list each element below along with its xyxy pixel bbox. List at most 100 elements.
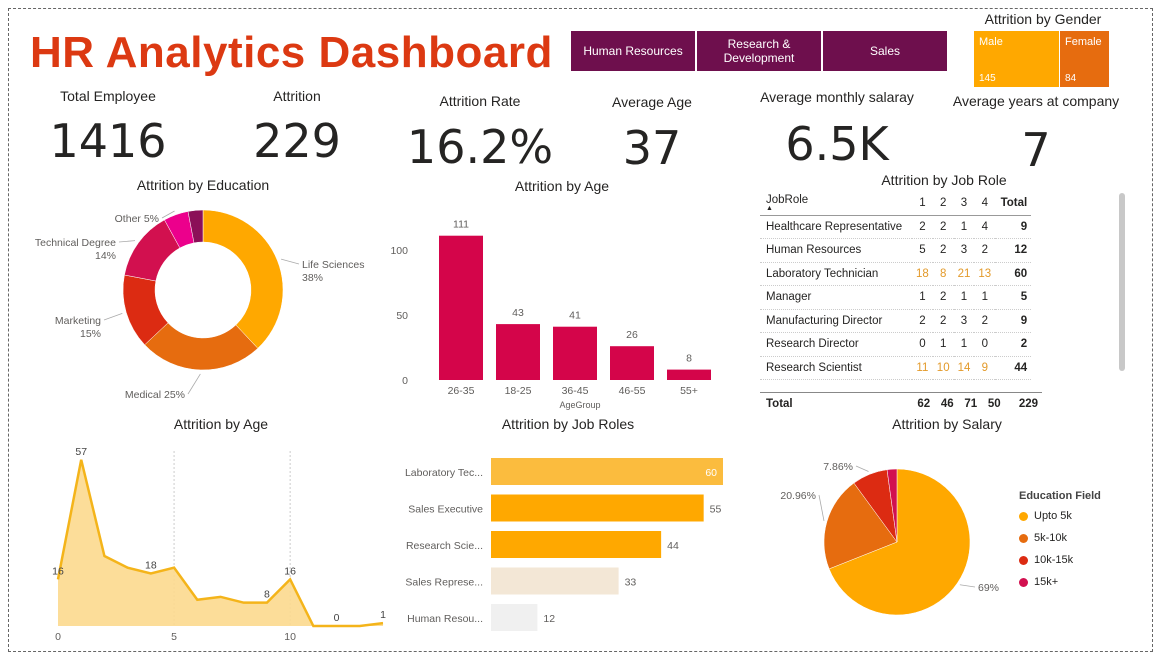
age-group-bar xyxy=(496,324,540,380)
education-slice xyxy=(144,322,259,371)
table-row[interactable]: Research Scientist 11 10 14 9 44 xyxy=(760,356,1032,380)
age-area-data-label: 57 xyxy=(75,446,87,458)
job-roles-bar-label: 12 xyxy=(543,613,555,625)
table-cell: 1 xyxy=(974,285,996,310)
table-row[interactable]: Healthcare Representative 2 2 1 4 9 xyxy=(760,215,1032,239)
table-cell-total: 9 xyxy=(995,309,1032,333)
col-header-total[interactable]: Total xyxy=(995,192,1032,216)
table-row[interactable]: Manager 1 2 1 1 5 xyxy=(760,285,1032,310)
gender-male-value: 145 xyxy=(979,73,996,84)
job-role-table-container[interactable]: JobRole ▲ 1 2 3 4 Total Healthcare Repres… xyxy=(760,192,1042,410)
col-header-4[interactable]: 4 xyxy=(974,192,996,216)
kpi-avg-salary-label: Average monthly salaray xyxy=(760,89,914,105)
kpi-avg-years-label: Average years at company xyxy=(952,93,1120,109)
age-group-bar-chart: 0 50 100 111 26-35 43 18-25 41 36-45 26 46-55 8 55+ A… xyxy=(390,219,711,410)
slicer-research-development[interactable]: Research & Development xyxy=(696,30,822,72)
total-row-3: 71 xyxy=(964,398,978,411)
kpi-attrition-label: Attrition xyxy=(273,88,321,104)
education-leader-line xyxy=(187,373,201,395)
table-cell: 21 xyxy=(953,262,975,286)
job-roles-bar xyxy=(491,531,662,558)
salary-legend-item[interactable]: 5k-10k xyxy=(1019,532,1067,544)
salary-data-label: 20.96% xyxy=(780,490,816,502)
job-roles-bar-label: 55 xyxy=(710,504,722,516)
slicer-human-resources[interactable]: Human Resources xyxy=(570,30,696,72)
salary-legend-label: 15k+ xyxy=(1034,576,1059,588)
legend-dot-icon xyxy=(1019,533,1028,543)
job-roles-y-tick: Research Scie... xyxy=(406,540,483,552)
age-line-chart-title: Attrition by Age xyxy=(173,416,269,432)
col-header-1[interactable]: 1 xyxy=(912,192,933,216)
table-scrollbar[interactable] xyxy=(1119,193,1125,371)
table-row[interactable]: Laboratory Technician 18 8 21 13 60 xyxy=(760,262,1032,286)
table-row[interactable]: Research Director 0 1 1 0 2 xyxy=(760,332,1032,357)
table-cell: 2 xyxy=(932,215,954,239)
age-group-bar-label: 111 xyxy=(453,219,469,231)
table-cell: 3 xyxy=(953,309,975,333)
age-area-fill xyxy=(58,459,383,626)
education-data-label: 15% xyxy=(80,328,101,340)
education-data-label: Life Sciences xyxy=(302,259,364,271)
age-group-x-tick: 18-25 xyxy=(505,385,532,397)
col-header-2[interactable]: 2 xyxy=(932,192,954,216)
job-role-table-title: Attrition by Job Role xyxy=(881,172,1007,188)
age-group-x-axis-label: AgeGroup xyxy=(559,400,600,410)
salary-pie-chart: 69% 20.96% 7.86% xyxy=(780,461,999,616)
table-cell: 1 xyxy=(912,285,933,310)
job-roles-bar-chart: Laboratory Tec... 60 Sales Executive 55 Rese… xyxy=(405,458,723,631)
salary-leader-line xyxy=(818,494,825,521)
education-data-label: 14% xyxy=(95,250,116,262)
table-cell-jobrole: Manufacturing Director xyxy=(760,309,912,333)
kpi-attrition-rate-value: 16.2% xyxy=(406,120,554,174)
job-roles-bar xyxy=(491,494,704,522)
total-row-total: 229 xyxy=(1018,398,1038,411)
slicer-sales[interactable]: Sales xyxy=(822,30,948,72)
table-cell-jobrole: Research Scientist xyxy=(760,356,912,380)
salary-chart-title: Attrition by Salary xyxy=(892,416,1002,432)
age-area-x-tick: 5 xyxy=(171,631,177,643)
total-row-1: 62 xyxy=(917,398,931,411)
salary-legend-item[interactable]: 10k-15k xyxy=(1019,554,1073,566)
gender-female-tile[interactable]: Female 84 xyxy=(1060,31,1109,87)
salary-legend-item[interactable]: Upto 5k xyxy=(1019,510,1072,522)
age-group-x-tick: 36-45 xyxy=(562,385,589,397)
kpi-attrition-rate-label: Attrition Rate xyxy=(439,93,521,109)
kpi-attrition-value: 229 xyxy=(253,114,341,168)
education-data-label: Other 5% xyxy=(115,213,159,225)
job-roles-bar-label: 33 xyxy=(625,577,637,589)
job-roles-y-tick: Human Resou... xyxy=(407,613,483,625)
table-cell-total: 44 xyxy=(995,356,1032,380)
table-cell: 8 xyxy=(932,262,954,286)
gender-title: Attrition by Gender xyxy=(984,11,1102,27)
table-row[interactable]: Human Resources 5 2 3 2 12 xyxy=(760,238,1032,263)
salary-legend-label: Upto 5k xyxy=(1034,510,1072,522)
table-cell-total: 60 xyxy=(995,262,1032,286)
age-bar-y-tick: 0 xyxy=(402,375,408,387)
job-role-total-row-container: Total 62 46 71 50 229 xyxy=(760,392,1042,416)
col-header-jobrole[interactable]: JobRole ▲ xyxy=(760,192,912,216)
age-group-x-tick: 46-55 xyxy=(619,385,646,397)
education-slice xyxy=(202,209,284,349)
age-area-data-label: 8 xyxy=(264,589,270,601)
table-cell-jobrole: Human Resources xyxy=(760,238,912,263)
table-cell-total: 2 xyxy=(995,332,1032,357)
table-cell-jobrole: Research Director xyxy=(760,332,912,357)
table-cell-jobrole: Laboratory Technician xyxy=(760,262,912,286)
age-group-bar-label: 43 xyxy=(512,307,524,319)
table-row[interactable]: Manufacturing Director 2 2 3 2 9 xyxy=(760,309,1032,333)
age-group-bar xyxy=(610,346,654,380)
total-row-4: 50 xyxy=(987,398,1001,411)
age-group-x-tick: 55+ xyxy=(680,385,698,397)
col-header-3[interactable]: 3 xyxy=(953,192,975,216)
salary-legend-item[interactable]: 15k+ xyxy=(1019,576,1058,588)
page-title: HR Analytics Dashboard xyxy=(30,28,553,77)
table-cell: 2 xyxy=(932,285,954,310)
job-roles-y-tick: Sales Executive xyxy=(408,504,483,516)
education-leader-line xyxy=(118,240,136,243)
salary-data-label: 7.86% xyxy=(823,461,853,473)
education-chart-title: Attrition by Education xyxy=(136,177,270,193)
age-group-bar-label: 8 xyxy=(686,353,692,365)
gender-male-label: Male xyxy=(979,36,1003,48)
gender-male-tile[interactable]: Male 145 xyxy=(974,31,1059,87)
table-cell: 13 xyxy=(974,262,996,286)
